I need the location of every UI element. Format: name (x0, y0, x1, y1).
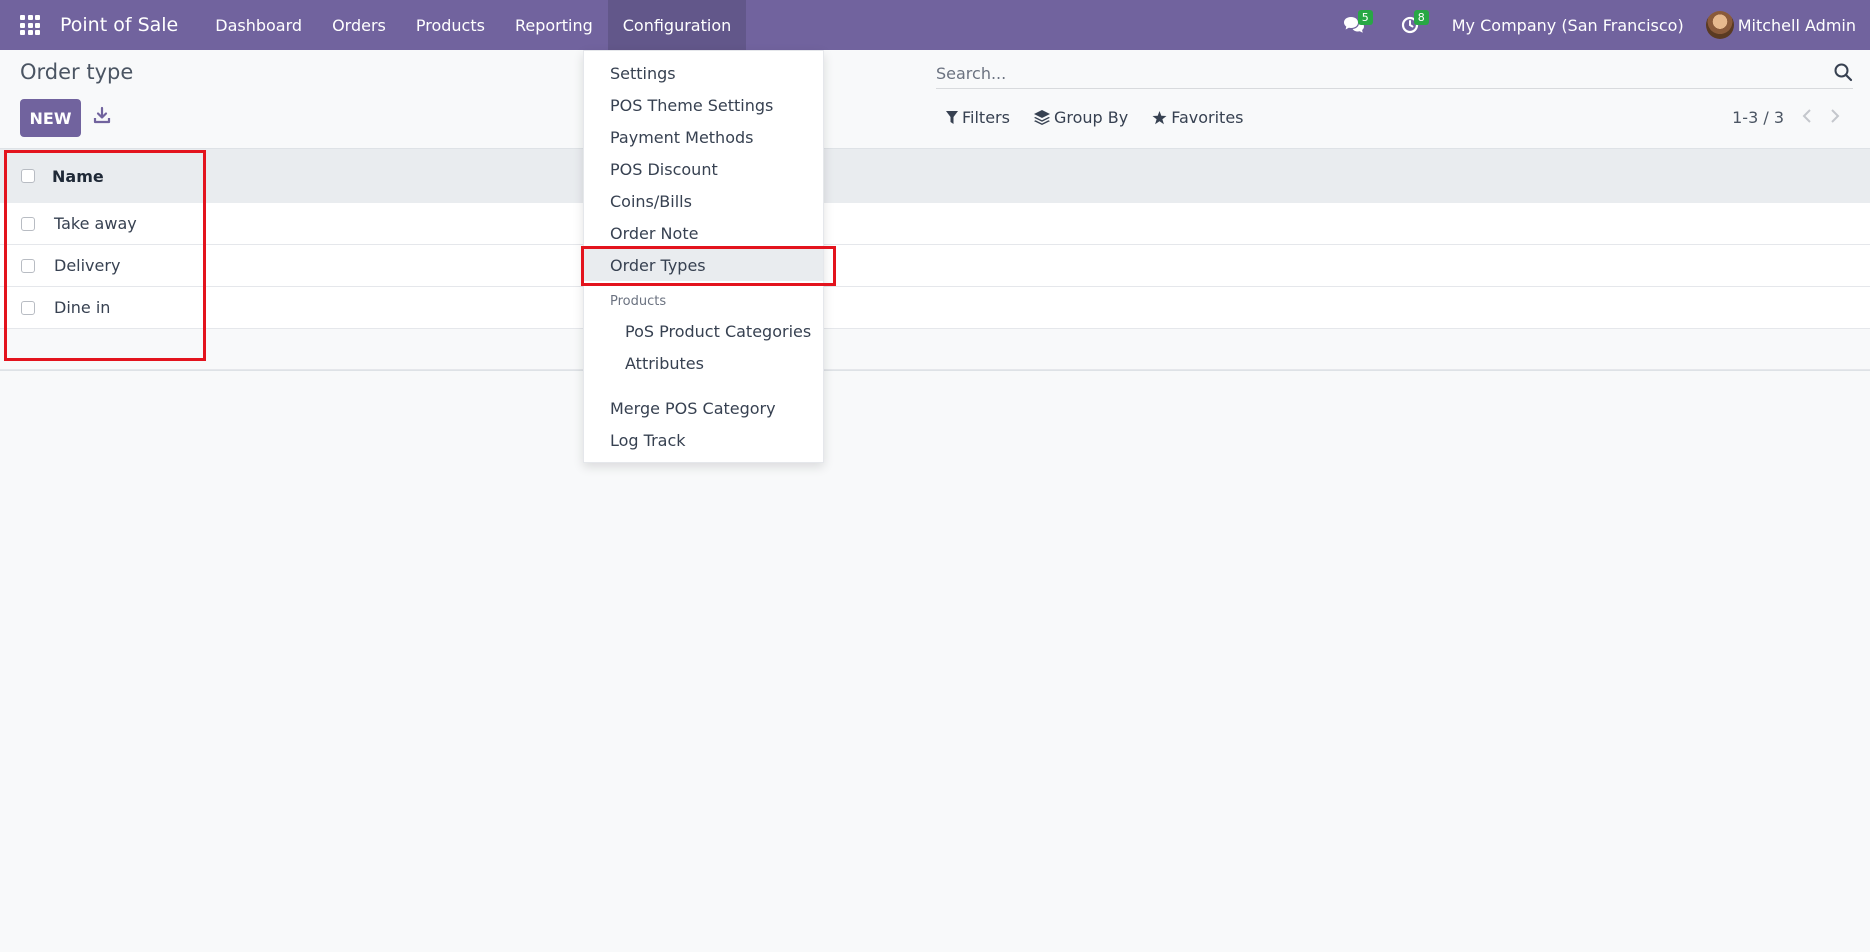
list-view: Name Take away Delivery Dine in (0, 148, 1870, 371)
group-by-button[interactable]: Group By (1033, 108, 1129, 127)
configuration-dropdown: Settings POS Theme Settings Payment Meth… (583, 50, 824, 463)
menu-item-order-types[interactable]: Order Types (584, 249, 823, 281)
search-input[interactable] (936, 63, 1816, 83)
messages-count-badge: 5 (1357, 10, 1373, 25)
menu-section-products: Products (610, 294, 667, 309)
menu-item-log-track[interactable]: Log Track (584, 424, 823, 456)
filters-button[interactable]: Filters (946, 108, 1010, 127)
top-navbar: Point of Sale Dashboard Orders Products … (0, 0, 1870, 50)
menu-item-pos-discount[interactable]: POS Discount (584, 153, 823, 185)
chevron-left-icon (1802, 109, 1811, 123)
menu-item-attributes[interactable]: Attributes (584, 347, 823, 379)
user-menu[interactable]: Mitchell Admin (1705, 11, 1870, 39)
menu-reporting[interactable]: Reporting (500, 0, 608, 50)
group-by-label: Group By (1053, 108, 1129, 127)
search-icon[interactable] (1833, 62, 1853, 82)
list-header: Name (0, 148, 1870, 203)
messages-button[interactable]: 5 (1326, 0, 1382, 50)
search-options: Filters Group By Favorites (946, 108, 1268, 127)
menu-item-merge-pos-category[interactable]: Merge POS Category (584, 392, 823, 424)
layers-icon (1033, 110, 1050, 125)
menu-dashboard[interactable]: Dashboard (200, 0, 317, 50)
list-divider (0, 370, 1870, 371)
activities-button[interactable]: 8 (1382, 0, 1438, 50)
menu-item-pos-theme-settings[interactable]: POS Theme Settings (584, 89, 823, 121)
row-checkbox[interactable] (21, 258, 35, 273)
user-name: Mitchell Admin (1737, 15, 1856, 35)
row-checkbox[interactable] (21, 216, 35, 231)
menu-item-pos-product-categories[interactable]: PoS Product Categories (584, 315, 823, 347)
pager-next-button[interactable] (1829, 108, 1847, 128)
row-name[interactable]: Take away (54, 214, 137, 233)
page-title: Order type (20, 60, 134, 84)
favorites-button[interactable]: Favorites (1152, 108, 1244, 127)
row-checkbox[interactable] (21, 300, 35, 315)
star-icon (1152, 110, 1167, 124)
menu-item-settings[interactable]: Settings (584, 57, 823, 89)
row-name[interactable]: Dine in (54, 298, 110, 317)
empty-row (0, 329, 1870, 370)
pager-previous-button[interactable] (1801, 108, 1819, 128)
filters-label: Filters (962, 108, 1010, 127)
avatar (1705, 11, 1734, 39)
name-column-header[interactable]: Name (52, 167, 104, 186)
download-icon[interactable] (92, 106, 112, 126)
menu-orders[interactable]: Orders (317, 0, 401, 50)
company-switcher[interactable]: My Company (San Francisco) (1438, 16, 1706, 35)
row-name[interactable]: Delivery (54, 256, 120, 275)
menu-item-payment-methods[interactable]: Payment Methods (584, 121, 823, 153)
table-row[interactable]: Take away (0, 203, 1870, 245)
table-row[interactable]: Dine in (0, 287, 1870, 329)
pager-value[interactable]: 1-3 / 3 (1732, 108, 1784, 127)
menu-products[interactable]: Products (401, 0, 500, 50)
app-name[interactable]: Point of Sale (60, 14, 178, 36)
table-row[interactable]: Delivery (0, 245, 1870, 287)
chevron-right-icon (1831, 109, 1840, 123)
new-button[interactable]: NEW (20, 99, 81, 137)
apps-menu-icon[interactable] (0, 0, 60, 50)
activities-count-badge: 8 (1413, 10, 1429, 25)
search-bar (936, 58, 1853, 89)
menu-item-coins-bills[interactable]: Coins/Bills (584, 185, 823, 217)
filter-icon (946, 110, 958, 124)
favorites-label: Favorites (1171, 108, 1244, 127)
menu-configuration[interactable]: Configuration (607, 0, 747, 50)
menu-item-order-note[interactable]: Order Note (584, 217, 823, 249)
select-all-checkbox[interactable] (21, 169, 35, 183)
